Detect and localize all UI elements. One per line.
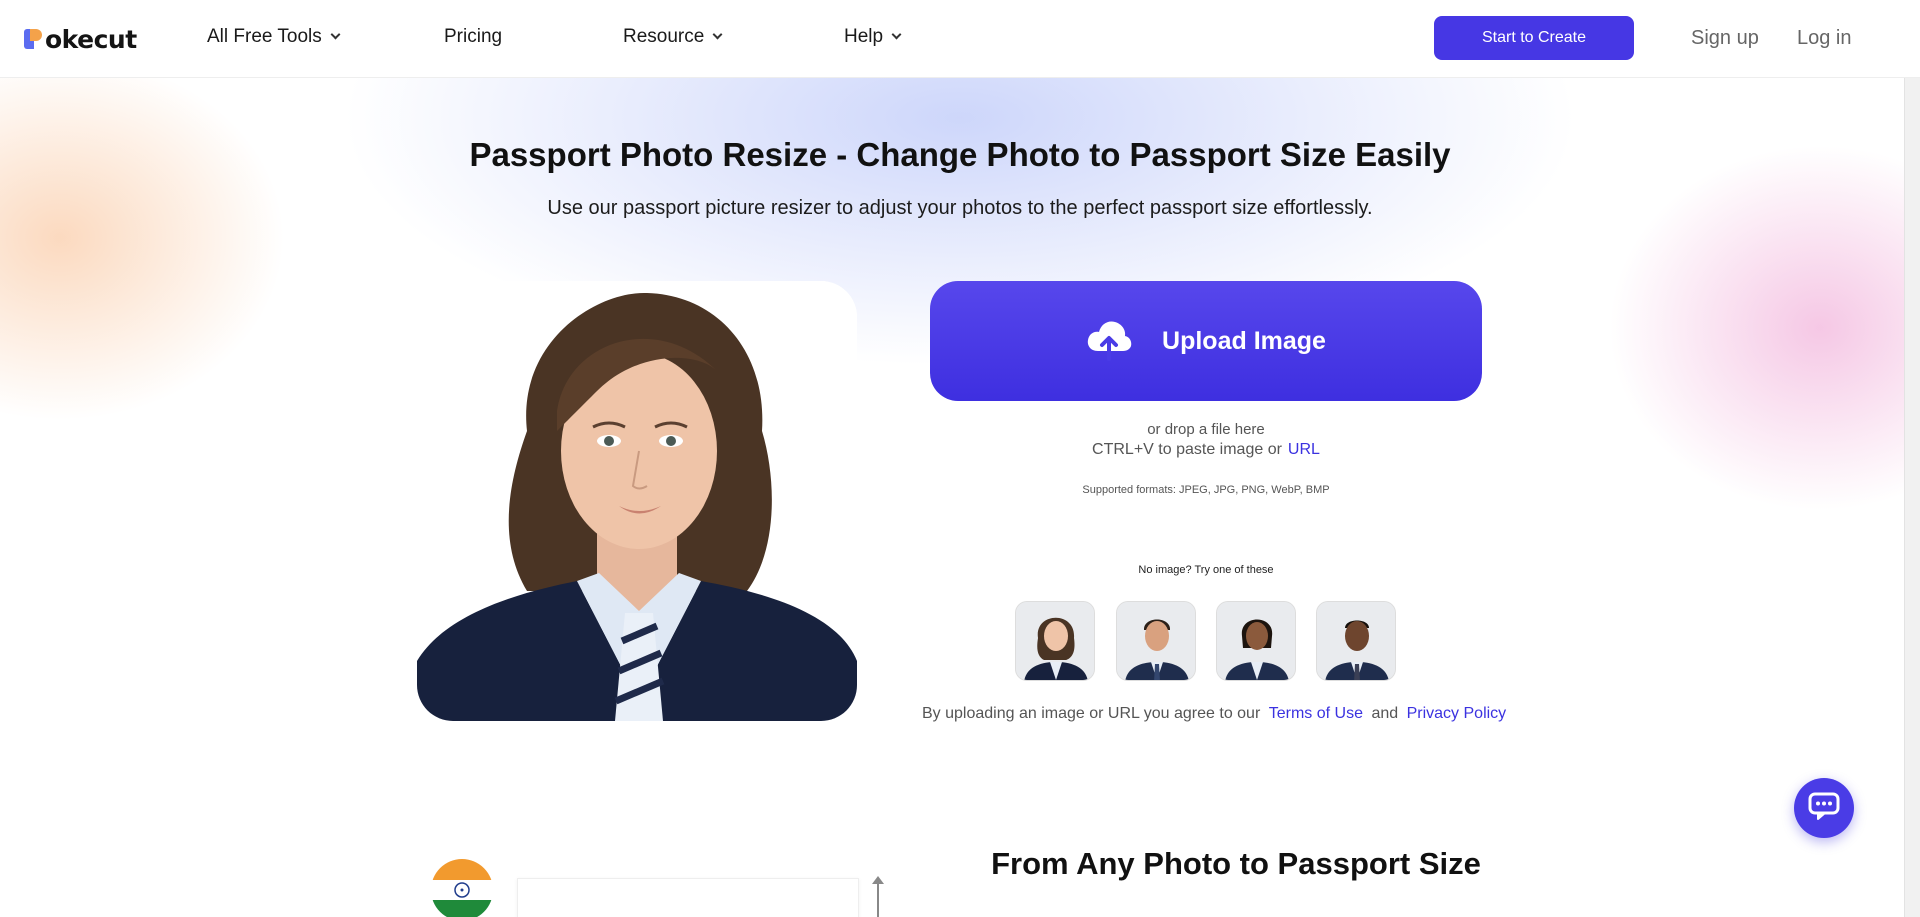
terms-and: and — [1371, 705, 1399, 722]
terms-of-use-link[interactable]: Terms of Use — [1269, 705, 1363, 722]
cloud-upload-icon — [1086, 317, 1132, 366]
sample-image-4[interactable] — [1316, 601, 1396, 681]
india-flag-icon — [431, 859, 493, 917]
nav-label: Help — [844, 26, 884, 47]
upload-image-button[interactable]: Upload Image — [930, 281, 1482, 401]
nav-resource[interactable]: Resource — [623, 26, 723, 48]
start-to-create-button[interactable]: Start to Create — [1434, 16, 1634, 60]
logo-text: okecut — [45, 24, 137, 54]
upload-image-label: Upload Image — [1162, 326, 1326, 355]
nav-label: Pricing — [444, 26, 503, 47]
privacy-policy-link[interactable]: Privacy Policy — [1407, 705, 1507, 722]
url-link[interactable]: URL — [1288, 441, 1320, 458]
example-portrait-image — [417, 281, 857, 721]
logo[interactable]: okecut — [24, 22, 137, 56]
supported-formats: Supported formats: JPEG, JPG, PNG, WebP,… — [1082, 484, 1330, 496]
sample-image-1[interactable] — [1015, 601, 1095, 681]
chevron-down-icon — [891, 29, 902, 40]
nav-label: All Free Tools — [207, 26, 322, 47]
logo-mark-icon — [24, 27, 44, 51]
drop-hint: or drop a file here — [1147, 421, 1265, 438]
nav-help[interactable]: Help — [844, 26, 902, 48]
sample-image-2[interactable] — [1116, 601, 1196, 681]
nav-label: Resource — [623, 26, 705, 47]
paste-hint: CTRL+V to paste image or URL — [930, 441, 1482, 459]
sample-image-3[interactable] — [1216, 601, 1296, 681]
page-title: Passport Photo Resize - Change Photo to … — [469, 136, 1451, 173]
section-title: From Any Photo to Passport Size — [991, 846, 1481, 881]
chevron-down-icon — [712, 29, 723, 40]
chevron-down-icon — [330, 29, 341, 40]
sign-up-link[interactable]: Sign up — [1691, 27, 1759, 50]
top-nav: okecut All Free Tools Pricing Resource H… — [0, 0, 1920, 78]
chat-button[interactable] — [1794, 778, 1854, 838]
no-image-hint: No image? Try one of these — [1138, 564, 1274, 576]
terms-notice: By uploading an image or URL you agree t… — [922, 705, 1510, 723]
dimension-line — [877, 880, 879, 917]
nav-pricing[interactable]: Pricing — [444, 26, 502, 48]
passport-size-preview-card — [517, 878, 859, 917]
nav-all-free-tools[interactable]: All Free Tools — [207, 26, 341, 48]
terms-prefix: By uploading an image or URL you agree t… — [922, 705, 1261, 722]
paste-text: CTRL+V to paste image or — [1092, 441, 1282, 458]
log-in-link[interactable]: Log in — [1797, 27, 1852, 50]
page-subtitle: Use our passport picture resizer to adju… — [547, 197, 1373, 219]
chat-bubble-icon — [1808, 791, 1840, 826]
